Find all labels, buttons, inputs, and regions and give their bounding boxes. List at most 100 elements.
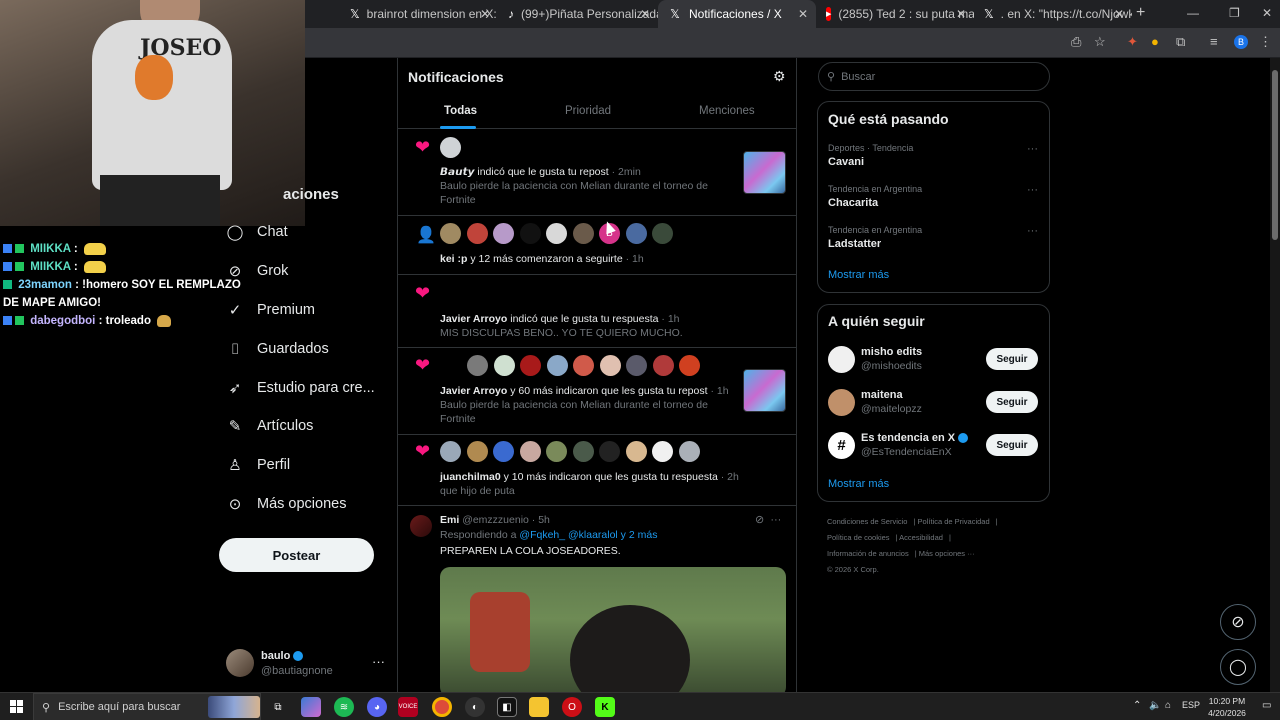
avatar[interactable]	[546, 355, 568, 376]
nav-item-notifications-partial[interactable]: aciones	[283, 186, 339, 203]
nav-item-grok[interactable]: ⊘ Grok	[226, 262, 289, 280]
obs-icon[interactable]: ◐	[465, 697, 485, 717]
windows-start-icon[interactable]	[10, 700, 23, 713]
reply-to-link[interactable]: @Fqkeh_ @klaaralol y 2 más	[519, 529, 657, 541]
copilot-icon[interactable]	[301, 697, 321, 717]
avatar[interactable]	[493, 441, 514, 462]
kick-icon[interactable]: K	[595, 697, 615, 717]
notification-actor[interactable]: Javier Arroyo	[440, 313, 507, 325]
avatar[interactable]	[546, 441, 567, 462]
show-more-link[interactable]: Mostrar más	[828, 269, 889, 281]
trend-item[interactable]: Deportes · Tendencia Cavani ···	[828, 143, 1040, 168]
avatar[interactable]	[678, 441, 700, 462]
nav-item-profile[interactable]: ♙ Perfil	[226, 456, 290, 474]
messages-fab-button[interactable]: ◯	[1220, 649, 1256, 685]
avatar[interactable]	[519, 441, 541, 462]
avatar[interactable]	[599, 441, 620, 462]
avatar[interactable]	[828, 346, 855, 373]
follow-button[interactable]: Seguir	[986, 434, 1038, 456]
account-switcher[interactable]: baulo @bautiagnone ···	[226, 648, 386, 680]
avatar[interactable]	[493, 223, 514, 244]
avatar[interactable]	[625, 441, 647, 462]
avatar[interactable]	[573, 355, 594, 376]
avatar[interactable]	[679, 355, 700, 376]
show-more-link[interactable]: Mostrar más	[828, 478, 889, 490]
footer-link[interactable]: Más opciones ···	[919, 549, 975, 558]
post-button[interactable]: Postear	[219, 538, 374, 572]
avatar[interactable]	[466, 223, 488, 244]
nav-item-bookmarks[interactable]: ⌷ Guardados	[226, 340, 328, 358]
network-icon[interactable]: ⌂	[1165, 700, 1171, 711]
tray-chevron-icon[interactable]: ⌃	[1133, 700, 1141, 711]
grok-icon[interactable]: ⊘	[755, 514, 764, 526]
close-icon[interactable]: ✕	[956, 7, 966, 21]
trend-item[interactable]: Tendencia en Argentina Ladstatter ···	[828, 225, 1040, 250]
more-icon[interactable]: ···	[1027, 225, 1038, 237]
tab-all[interactable]: Todas	[444, 105, 477, 117]
footer-link[interactable]: Política de Privacidad	[918, 517, 990, 526]
notification-actor[interactable]: kei :p	[440, 253, 467, 265]
tab-mentions[interactable]: Menciones	[699, 105, 755, 117]
avatar[interactable]	[519, 223, 541, 244]
extension-icon[interactable]: ✦	[1127, 34, 1138, 50]
nav-item-chat[interactable]: ◯ Chat	[226, 223, 288, 241]
avatar[interactable]	[599, 355, 621, 376]
minimize-icon[interactable]: —	[1187, 6, 1199, 20]
grok-fab-button[interactable]: ⊘	[1220, 604, 1256, 640]
hashtag-icon[interactable]: #	[828, 432, 855, 459]
tweet-author-name[interactable]: Emi	[440, 514, 459, 526]
follow-suggestion[interactable]: maitena @maitelopzz Seguir	[828, 387, 1040, 417]
avatar[interactable]	[546, 223, 567, 244]
extensions-puzzle-icon[interactable]: ⧉	[1176, 34, 1185, 50]
avatar[interactable]	[828, 389, 855, 416]
avatar[interactable]	[440, 441, 461, 462]
avatar[interactable]	[440, 137, 461, 158]
avatar[interactable]	[520, 355, 541, 376]
spotify-icon[interactable]: ≋	[334, 697, 354, 717]
avatar[interactable]	[652, 441, 673, 462]
notification-actor[interactable]: juanchilma0	[440, 471, 501, 483]
notification-item[interactable]: ❤ juanchilma0 y 10 más indicaron que les…	[398, 435, 796, 506]
tweet-media[interactable]	[440, 567, 786, 692]
footer-link[interactable]: Accesibilidad	[899, 533, 943, 542]
discord-icon[interactable]: ◕	[367, 697, 387, 717]
avatar[interactable]	[466, 441, 488, 462]
notification-item[interactable]: ❤ Javier Arroyo indicó que le gusta tu r…	[398, 275, 796, 348]
language-indicator[interactable]: ESP	[1182, 700, 1200, 710]
profile-avatar[interactable]: B	[1234, 35, 1248, 49]
capcut-icon[interactable]: ◧	[497, 697, 517, 717]
install-app-icon[interactable]: ⎙	[1071, 34, 1081, 50]
notification-center-icon[interactable]: ▭	[1262, 700, 1271, 711]
avatar[interactable]	[493, 355, 515, 376]
notification-actor[interactable]: Javier Arroyo	[440, 385, 507, 397]
chrome-icon[interactable]	[432, 697, 452, 717]
avatar[interactable]	[625, 223, 647, 244]
browser-tab[interactable]: ♪ (99+)Piñata Personalizada Bart... ✕	[498, 0, 658, 28]
browser-tab[interactable]: ▶ (2855) Ted 2 : su puta madre - Y... ✕	[816, 0, 974, 28]
avatar[interactable]	[572, 223, 594, 244]
media-thumbnail[interactable]	[743, 369, 786, 412]
search-input[interactable]	[841, 70, 1032, 83]
voice-app-icon[interactable]: VOICE	[398, 697, 418, 717]
notification-item[interactable]: ❤ 𝘽𝙖𝙪𝙩𝙮 indicó que le gusta tu repost · …	[398, 130, 796, 216]
media-thumbnail[interactable]	[743, 151, 786, 194]
bookmark-star-icon[interactable]: ☆	[1094, 34, 1106, 50]
close-icon[interactable]: ✕	[640, 7, 650, 21]
notification-actor[interactable]: 𝘽𝙖𝙪𝙩𝙮	[440, 166, 474, 178]
follow-name[interactable]: misho edits	[861, 346, 922, 358]
taskbar-search[interactable]: ⚲ Escribe aquí para buscar	[33, 693, 261, 720]
media-control-icon[interactable]: ≡	[1210, 34, 1218, 49]
tab-priority[interactable]: Prioridad	[565, 105, 611, 117]
avatar[interactable]	[467, 355, 488, 376]
file-explorer-icon[interactable]	[529, 697, 549, 717]
follow-name[interactable]: Es tendencia en X	[861, 432, 955, 444]
follow-suggestion[interactable]: # Es tendencia en X @EsTendenciaEnX Segu…	[828, 430, 1040, 460]
footer-link[interactable]: Política de cookies	[827, 533, 890, 542]
close-window-icon[interactable]: ✕	[1262, 6, 1272, 20]
task-view-icon[interactable]: ⧉	[268, 697, 288, 717]
volume-icon[interactable]: 🔈	[1149, 700, 1161, 711]
extension-icon[interactable]: ●	[1151, 34, 1159, 49]
nav-item-more[interactable]: ⊙ Más opciones	[226, 495, 347, 513]
browser-tab-active[interactable]: 𝕏 Notificaciones / X ✕	[658, 0, 816, 28]
gear-icon[interactable]: ⚙	[773, 68, 786, 85]
